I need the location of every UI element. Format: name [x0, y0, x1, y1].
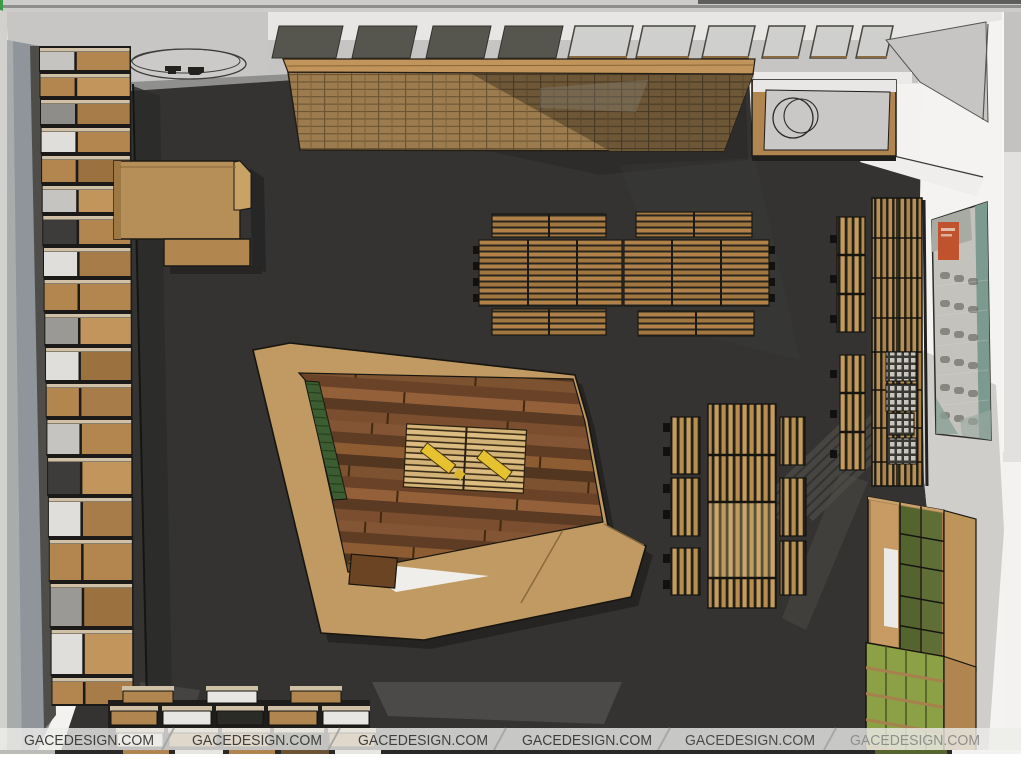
svg-text:GACEDESIGN.COM: GACEDESIGN.COM — [685, 732, 815, 749]
svg-text:GACEDESIGN.COM: GACEDESIGN.COM — [358, 732, 488, 749]
svg-text:GACEDESIGN.COM: GACEDESIGN.COM — [24, 732, 154, 749]
svg-text:GACEDESIGN.COM: GACEDESIGN.COM — [522, 732, 652, 749]
svg-text:GACEDESIGN.COM: GACEDESIGN.COM — [850, 732, 980, 749]
svg-text:GACEDESIGN.COM: GACEDESIGN.COM — [192, 732, 322, 749]
